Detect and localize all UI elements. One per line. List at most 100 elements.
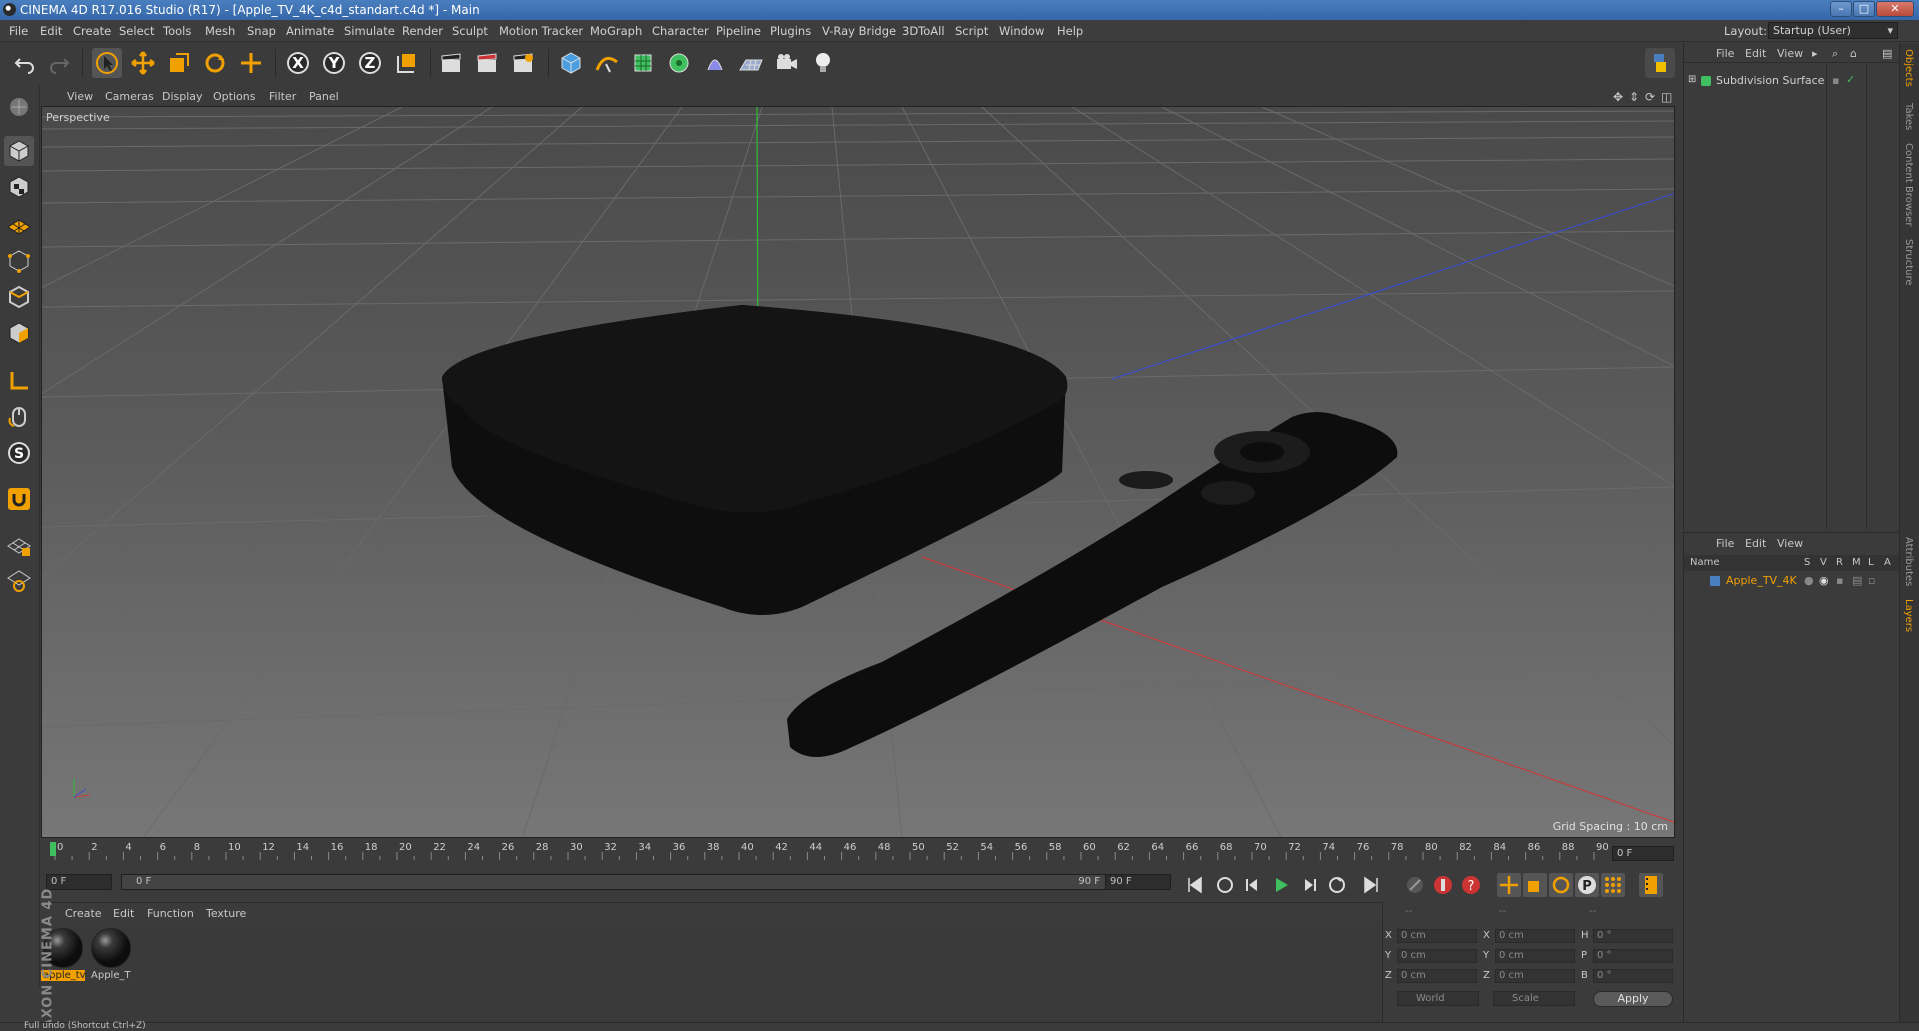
material-menu-texture[interactable]: Texture xyxy=(206,907,246,920)
menu-help[interactable]: Help xyxy=(1057,24,1083,38)
edit-render-settings-button[interactable] xyxy=(508,48,538,78)
subdivision-surface-button[interactable] xyxy=(628,48,658,78)
coordinate-space-dropdown[interactable]: World xyxy=(1397,991,1479,1006)
objects-menu-file[interactable]: File xyxy=(1716,47,1734,60)
floor-object-button[interactable] xyxy=(736,48,766,78)
coordinate-system-button[interactable] xyxy=(391,48,421,78)
viewport-move-icon[interactable]: ✥ xyxy=(1613,90,1623,104)
record-pla-button[interactable] xyxy=(1601,873,1625,897)
timeline-ruler[interactable]: 0 2 4 6 8 10 12 14 16 18 20 22 24 26 28 30 32 34 36 38 40 42 4… xyxy=(41,840,1676,862)
keyframe-selection-button[interactable]: ? xyxy=(1459,873,1483,897)
material-menu-create[interactable]: Create xyxy=(65,907,102,920)
position-x-field[interactable]: 0 cm xyxy=(1397,929,1477,943)
render-view-button[interactable] xyxy=(436,48,466,78)
rotation-h-field[interactable]: 0 ° xyxy=(1593,929,1673,943)
menu-vray-bridge[interactable]: V-Ray Bridge xyxy=(822,24,896,38)
rotation-p-field[interactable]: 0 ° xyxy=(1593,949,1673,963)
layout-select[interactable]: Startup (User) ▾ xyxy=(1768,22,1898,39)
viewport-menu-view[interactable]: View xyxy=(67,90,93,103)
objects-menu-view[interactable]: View xyxy=(1777,47,1803,60)
viewport-menu-display[interactable]: Display xyxy=(162,90,203,103)
menu-render[interactable]: Render xyxy=(402,24,443,38)
layer-view-eye-icon[interactable]: ◉ xyxy=(1819,574,1829,587)
perspective-viewport[interactable]: Perspective Grid Spacing : 10 cm xyxy=(41,106,1675,838)
enabled-check-icon[interactable]: ✓ xyxy=(1846,73,1855,86)
menu-mesh[interactable]: Mesh xyxy=(205,24,235,38)
size-x-field[interactable]: 0 cm xyxy=(1495,929,1575,943)
menu-plugins[interactable]: Plugins xyxy=(770,24,811,38)
menu-mograph[interactable]: MoGraph xyxy=(590,24,642,38)
menu-snap[interactable]: Snap xyxy=(247,24,276,38)
viewport-rotate-icon[interactable]: ⟳ xyxy=(1645,90,1655,104)
camera-button[interactable] xyxy=(772,48,802,78)
viewport-menu-cameras[interactable]: Cameras xyxy=(105,90,154,103)
menu-edit[interactable]: Edit xyxy=(40,24,62,38)
menu-create[interactable]: Create xyxy=(73,24,111,38)
z-axis-lock-button[interactable]: Z xyxy=(355,48,385,78)
x-axis-lock-button[interactable]: X xyxy=(283,48,313,78)
material-menu-edit[interactable]: Edit xyxy=(113,907,134,920)
polygons-mode-button[interactable] xyxy=(4,318,34,348)
cloner-button[interactable] xyxy=(664,48,694,78)
viewport-menu-filter[interactable]: Filter xyxy=(269,90,296,103)
menu-sculpt[interactable]: Sculpt xyxy=(452,24,488,38)
menu-tools[interactable]: Tools xyxy=(163,24,191,38)
redo-button[interactable] xyxy=(44,48,74,78)
maximize-button[interactable]: □ xyxy=(1853,1,1875,17)
move-tool-button[interactable] xyxy=(128,48,158,78)
undo-button[interactable] xyxy=(10,48,40,78)
tab-attributes[interactable]: Attributes xyxy=(1903,537,1914,586)
panel-options-icon[interactable]: ▤ xyxy=(1882,47,1892,60)
objects-menu-more-icon[interactable]: ▸ xyxy=(1812,47,1818,60)
menu-pipeline[interactable]: Pipeline xyxy=(716,24,761,38)
position-y-field[interactable]: 0 cm xyxy=(1397,949,1477,963)
record-scale-button[interactable] xyxy=(1523,873,1547,897)
rotation-b-field[interactable]: 0 ° xyxy=(1593,969,1673,983)
minimize-button[interactable]: – xyxy=(1830,1,1852,17)
menu-motion-tracker[interactable]: Motion Tracker xyxy=(499,24,583,38)
menu-simulate[interactable]: Simulate xyxy=(344,24,395,38)
material-menu-function[interactable]: Function xyxy=(147,907,194,920)
layers-menu-file[interactable]: File xyxy=(1716,537,1734,550)
material-swatch-apple-t[interactable]: Apple_T xyxy=(89,926,133,984)
menu-select[interactable]: Select xyxy=(119,24,154,38)
go-to-start-button[interactable] xyxy=(1183,873,1207,897)
viewport-maximize-icon[interactable]: ◫ xyxy=(1661,90,1672,104)
python-console-button[interactable] xyxy=(1645,48,1675,78)
viewport-menu-panel[interactable]: Panel xyxy=(309,90,339,103)
viewport-menu-options[interactable]: Options xyxy=(213,90,255,103)
viewport-zoom-icon[interactable]: ⇕ xyxy=(1629,90,1639,104)
size-y-field[interactable]: 0 cm xyxy=(1495,949,1575,963)
menu-character[interactable]: Character xyxy=(652,24,709,38)
workplane-mode-button[interactable] xyxy=(4,208,34,238)
layers-menu-edit[interactable]: Edit xyxy=(1745,537,1766,550)
layer-render-icon[interactable]: ▪ xyxy=(1836,574,1843,587)
live-selection-button[interactable] xyxy=(236,48,266,78)
workplane-axis-button[interactable] xyxy=(4,566,34,596)
record-parameter-button[interactable]: P xyxy=(1575,873,1599,897)
current-frame-field[interactable]: 0 F xyxy=(1612,846,1674,861)
previous-frame-button[interactable] xyxy=(1241,873,1265,897)
y-axis-lock-button[interactable]: Y xyxy=(319,48,349,78)
deformer-button[interactable] xyxy=(700,48,730,78)
menu-window[interactable]: Window xyxy=(999,24,1044,38)
search-icon[interactable]: ⌕ xyxy=(1832,47,1838,61)
autokey-button[interactable] xyxy=(1431,873,1455,897)
go-to-end-button[interactable] xyxy=(1359,873,1383,897)
start-frame-field[interactable]: 0 F xyxy=(46,874,112,890)
end-frame-field[interactable]: 90 F xyxy=(1105,874,1171,890)
home-icon[interactable]: ⌂ xyxy=(1850,47,1857,60)
record-position-button[interactable] xyxy=(1497,873,1521,897)
record-rotation-button[interactable] xyxy=(1549,873,1573,897)
tab-content-browser[interactable]: Content Browser xyxy=(1903,143,1914,226)
workplane-lock-button[interactable] xyxy=(4,530,34,560)
layers-menu-view[interactable]: View xyxy=(1777,537,1803,550)
close-button[interactable]: ✕ xyxy=(1876,1,1914,17)
menu-animate[interactable]: Animate xyxy=(286,24,334,38)
tweak-mode-button[interactable] xyxy=(4,402,34,432)
objects-menu-edit[interactable]: Edit xyxy=(1745,47,1766,60)
edges-mode-button[interactable] xyxy=(4,282,34,312)
visibility-toggle-icon[interactable]: ▪ xyxy=(1832,74,1839,87)
object-row-subdivision-surface[interactable]: ⊞ Subdivision Surface ▪ ✓ xyxy=(1684,73,1900,89)
layer-solo-icon[interactable]: ● xyxy=(1804,574,1814,587)
